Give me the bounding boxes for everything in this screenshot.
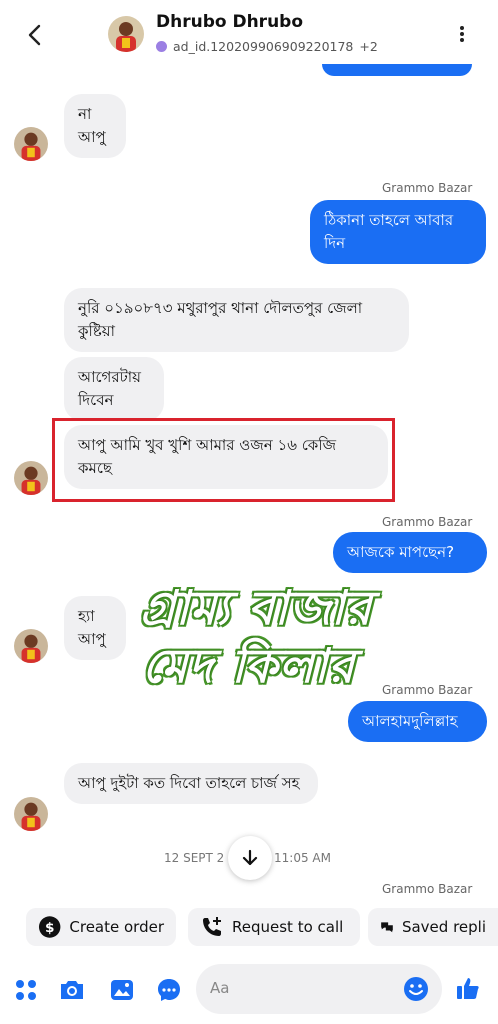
ad-id-text: ad_id.120209906909220178 [173, 39, 354, 54]
create-order-label: Create order [69, 918, 164, 936]
incoming-message[interactable]: আগেরটায় দিবেন [64, 357, 164, 421]
back-arrow-icon[interactable] [24, 22, 46, 48]
ad-dot-icon [156, 41, 167, 52]
create-order-button[interactable]: $ Create order [26, 908, 176, 946]
saved-replies-button[interactable]: Saved repli [368, 908, 498, 946]
timestamp-date: 12 SEPT 2 [164, 851, 225, 865]
thumbs-up-icon[interactable] [454, 974, 482, 1002]
sender-avatar [14, 797, 48, 831]
chat-header: Dhrubo Dhrubo ad_id.120209906909220178 +… [0, 0, 498, 70]
timestamp-time: 11:05 AM [274, 851, 331, 865]
phone-plus-icon [203, 917, 221, 936]
svg-text:$: $ [45, 920, 54, 936]
contact-name[interactable]: Dhrubo Dhrubo [156, 12, 303, 32]
arrow-down-icon [242, 849, 258, 866]
more-options-icon[interactable] [452, 24, 472, 46]
request-call-button[interactable]: Request to call [188, 908, 360, 946]
request-call-label: Request to call [232, 918, 344, 936]
gallery-icon[interactable] [108, 976, 136, 1004]
dollar-icon: $ [38, 916, 61, 938]
emoji-icon[interactable] [402, 975, 430, 1003]
watermark-line-2: মেদ কিলার [142, 639, 356, 694]
previous-outgoing-bubble [322, 64, 472, 76]
camera-icon[interactable] [58, 976, 86, 1004]
sender-label: Grammo Bazar [382, 882, 473, 896]
messenger-icon[interactable] [155, 976, 183, 1004]
extra-count: +2 [359, 39, 378, 54]
incoming-message[interactable]: নুরি ০১৯০৮৭৩ মথুরাপুর থানা দৌলতপুর জেলা … [64, 288, 409, 352]
outgoing-message[interactable]: ঠিকানা তাহলে আবার দিন [310, 200, 486, 264]
contact-avatar[interactable] [108, 16, 144, 52]
incoming-message[interactable]: না আপু [64, 94, 126, 158]
saved-replies-label: Saved repli [401, 918, 486, 936]
outgoing-message[interactable]: আজকে মাপছেন? [333, 532, 487, 573]
contact-subtitle: ad_id.120209906909220178 +2 [156, 39, 378, 54]
sender-label: Grammo Bazar [382, 515, 473, 529]
sender-label: Grammo Bazar [382, 181, 473, 195]
message-placeholder: Aa [210, 979, 230, 997]
scroll-down-button[interactable] [228, 836, 272, 880]
incoming-message[interactable]: আপু দুইটা কত দিবো তাহলে চার্জ সহ [64, 763, 318, 804]
incoming-message[interactable]: হ্যা আপু [64, 596, 126, 660]
highlight-box [52, 418, 395, 502]
sender-avatar [14, 127, 48, 161]
apps-grid-icon[interactable] [12, 976, 40, 1004]
sender-avatar [14, 629, 48, 663]
sender-label: Grammo Bazar [382, 683, 473, 697]
sender-avatar [14, 461, 48, 495]
outgoing-message[interactable]: আলহামদুলিল্লাহ [348, 701, 487, 742]
message-input[interactable]: Aa [196, 964, 442, 1014]
chat-bubbles-icon [381, 922, 393, 933]
